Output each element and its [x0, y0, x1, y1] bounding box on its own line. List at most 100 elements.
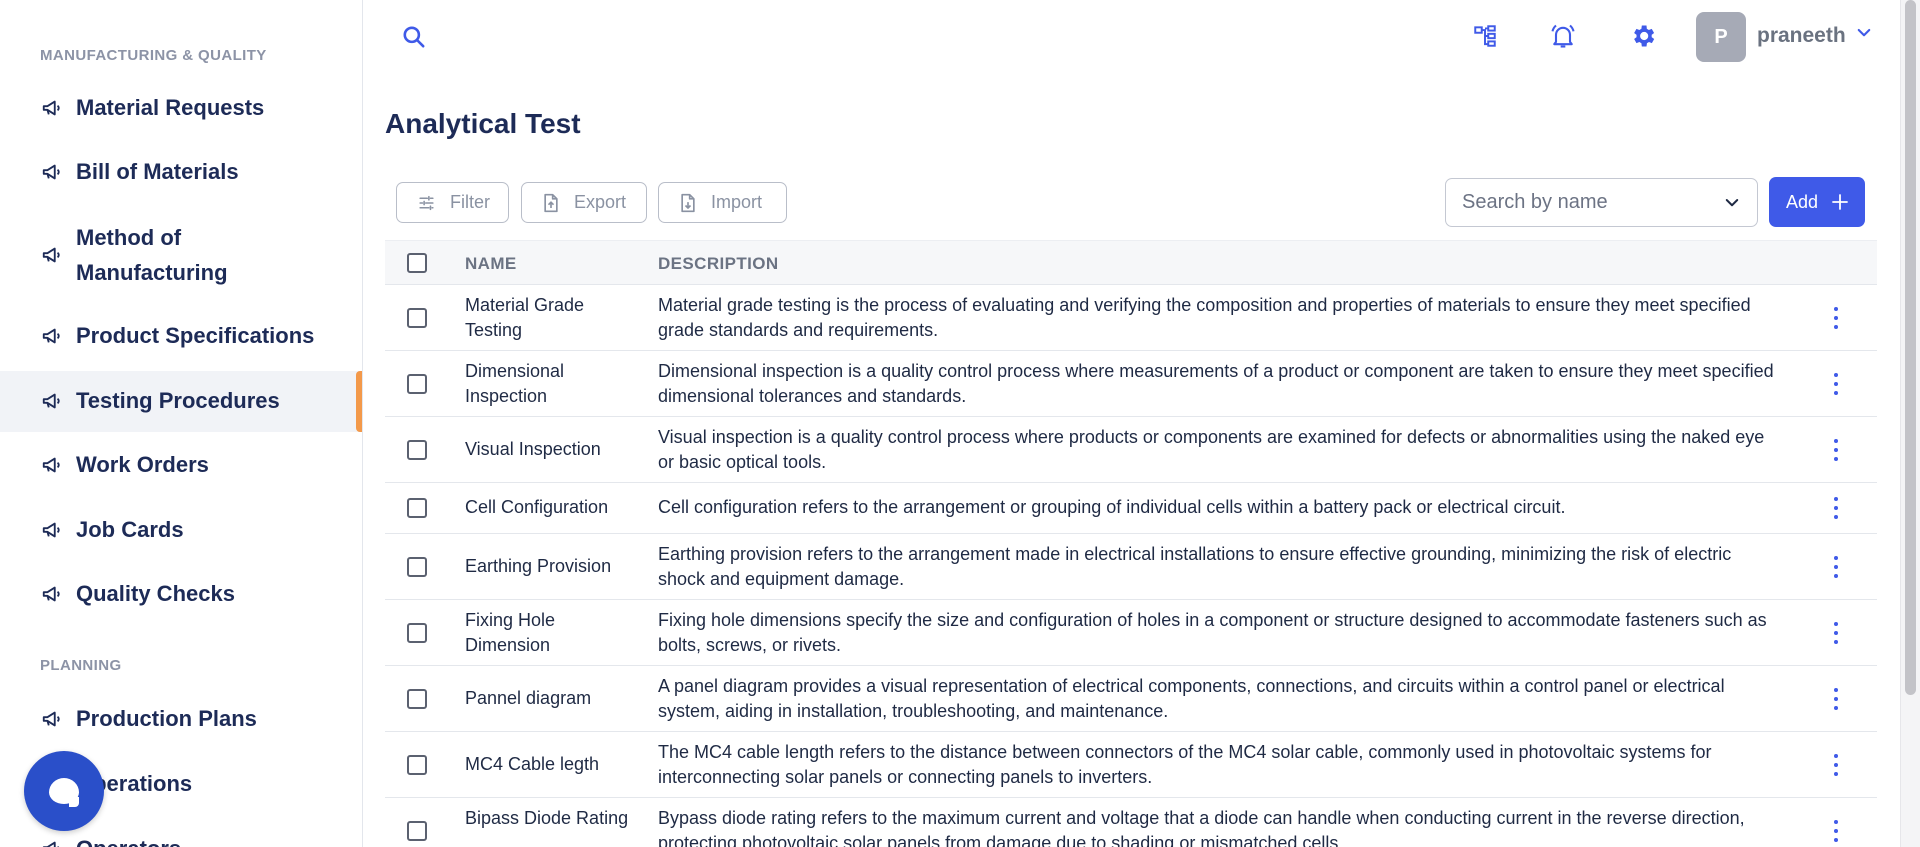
table-row[interactable]: Bipass Diode Rating Bypass diode rating …: [385, 798, 1877, 847]
row-checkbox[interactable]: [407, 821, 427, 841]
avatar[interactable]: P: [1696, 12, 1746, 62]
sidebar-item-label: Job Cards: [76, 517, 184, 542]
row-description: Cell configuration refers to the arrange…: [658, 497, 1566, 517]
megaphone-icon: [40, 837, 64, 847]
megaphone-icon: [40, 160, 64, 184]
select-all-checkbox[interactable]: [407, 253, 427, 273]
row-checkbox[interactable]: [407, 498, 427, 518]
row-checkbox[interactable]: [407, 689, 427, 709]
sidebar-item-operators[interactable]: Operators: [0, 829, 362, 847]
sidebar-item-label: Testing Procedures: [76, 388, 280, 413]
notification-bell-icon[interactable]: [1547, 20, 1579, 52]
sidebar-item-job-cards[interactable]: Job Cards: [0, 510, 362, 550]
megaphone-icon: [40, 96, 64, 120]
plus-icon: [1832, 194, 1848, 210]
row-description: A panel diagram provides a visual repres…: [658, 676, 1725, 721]
megaphone-icon: [40, 243, 64, 267]
row-checkbox[interactable]: [407, 557, 427, 577]
table-row[interactable]: Fixing Hole Dimension Fixing hole dimens…: [385, 600, 1877, 666]
sidebar-item-label: Product Specifications: [76, 323, 315, 348]
row-description: The MC4 cable length refers to the dista…: [658, 742, 1712, 787]
table-row[interactable]: Pannel diagram A panel diagram provides …: [385, 666, 1877, 732]
megaphone-icon: [40, 453, 64, 477]
more-options-icon[interactable]: [1832, 497, 1840, 519]
megaphone-icon: [40, 582, 64, 606]
vertical-scrollbar[interactable]: [1900, 0, 1920, 847]
more-options-icon[interactable]: [1832, 307, 1840, 329]
row-checkbox[interactable]: [407, 374, 427, 394]
file-export-icon: [544, 193, 558, 212]
row-description: Material grade testing is the process of…: [658, 295, 1751, 340]
more-options-icon[interactable]: [1832, 754, 1840, 776]
filter-sliders-icon: [419, 195, 434, 210]
row-name: Visual Inspection: [465, 439, 601, 459]
row-description: Dimensional inspection is a quality cont…: [658, 361, 1774, 406]
row-name: Material Grade Testing: [465, 295, 585, 340]
megaphone-icon: [40, 707, 64, 731]
chat-icon: [49, 778, 79, 807]
sidebar-item-label: Operators: [76, 831, 181, 847]
export-button[interactable]: Export: [521, 182, 647, 223]
row-checkbox[interactable]: [407, 755, 427, 775]
table-row[interactable]: Earthing Provision Earthing provision re…: [385, 534, 1877, 600]
gear-icon[interactable]: [1627, 20, 1659, 52]
column-header-description: DESCRIPTION: [658, 254, 779, 273]
sidebar-item-bill-of-materials[interactable]: Bill of Materials: [0, 152, 362, 192]
sidebar-item-work-orders[interactable]: Work Orders: [0, 445, 362, 485]
search-icon[interactable]: [401, 24, 427, 50]
import-button[interactable]: Import: [658, 182, 787, 223]
column-header-name[interactable]: NAME: [465, 254, 517, 274]
sidebar-item-label: Production Plans: [76, 706, 257, 731]
more-options-icon[interactable]: [1832, 820, 1840, 842]
more-options-icon[interactable]: [1832, 688, 1840, 710]
more-options-icon[interactable]: [1832, 439, 1840, 461]
table-row[interactable]: Cell Configuration Cell configuration re…: [385, 483, 1877, 534]
row-name: MC4 Cable legth: [465, 754, 600, 774]
more-options-icon[interactable]: [1832, 622, 1840, 644]
row-checkbox[interactable]: [407, 623, 427, 643]
sidebar-item-testing-procedures[interactable]: Testing Procedures: [0, 371, 362, 432]
table-row[interactable]: Material Grade Testing Material grade te…: [385, 285, 1877, 351]
add-button-label: Add: [1785, 191, 1819, 212]
scrollbar-thumb[interactable]: [1905, 0, 1916, 695]
table-row[interactable]: Visual Inspection Visual inspection is a…: [385, 417, 1877, 483]
row-description: Visual inspection is a quality control p…: [658, 427, 1765, 472]
sidebar-item-label: Method of Manufacturing: [76, 225, 228, 285]
sidebar-item-material-requests[interactable]: Material Requests: [0, 88, 362, 128]
row-checkbox[interactable]: [407, 308, 427, 328]
sidebar: MANUFACTURING & QUALITY Material Request…: [0, 0, 363, 847]
filter-button-label: Filter: [450, 192, 490, 212]
sidebar-item-quality-checks[interactable]: Quality Checks: [0, 574, 362, 614]
sidebar-section-manufacturing: MANUFACTURING & QUALITY: [40, 47, 267, 64]
file-import-icon: [681, 193, 695, 212]
more-options-icon[interactable]: [1832, 373, 1840, 395]
export-button-label: Export: [574, 192, 627, 212]
table-header: NAME DESCRIPTION: [385, 240, 1877, 285]
page-title: Analytical Test: [385, 108, 581, 139]
row-name: Earthing Provision: [465, 556, 612, 576]
megaphone-icon: [40, 324, 64, 348]
table-row[interactable]: Dimensional Inspection Dimensional inspe…: [385, 351, 1877, 417]
row-description: Bypass diode rating refers to the maximu…: [658, 808, 1745, 847]
username[interactable]: praneeth: [1757, 24, 1846, 48]
more-options-icon[interactable]: [1832, 556, 1840, 578]
row-name: Dimensional Inspection: [465, 361, 565, 406]
sidebar-item-method-of-manufacturing[interactable]: Method of Manufacturing: [0, 218, 362, 292]
search-by-name-select[interactable]: Search by name: [1445, 178, 1758, 227]
megaphone-icon: [40, 518, 64, 542]
row-checkbox[interactable]: [407, 440, 427, 460]
chat-widget-button[interactable]: [24, 751, 104, 831]
sidebar-item-product-specifications[interactable]: Product Specifications: [0, 316, 362, 356]
row-name: Fixing Hole Dimension: [465, 610, 556, 655]
search-select-placeholder: Search by name: [1462, 191, 1608, 213]
sidebar-item-production-plans[interactable]: Production Plans: [0, 699, 362, 739]
filter-button[interactable]: Filter: [396, 182, 509, 223]
table-row[interactable]: MC4 Cable legth The MC4 cable length ref…: [385, 732, 1877, 798]
megaphone-icon: [40, 389, 64, 413]
row-name: Cell Configuration: [465, 497, 609, 517]
chevron-down-icon[interactable]: [1855, 24, 1873, 42]
add-button[interactable]: Add: [1769, 177, 1865, 227]
sidebar-section-planning: PLANNING: [40, 657, 122, 674]
org-chart-icon[interactable]: [1469, 20, 1501, 52]
import-button-label: Import: [711, 192, 763, 212]
